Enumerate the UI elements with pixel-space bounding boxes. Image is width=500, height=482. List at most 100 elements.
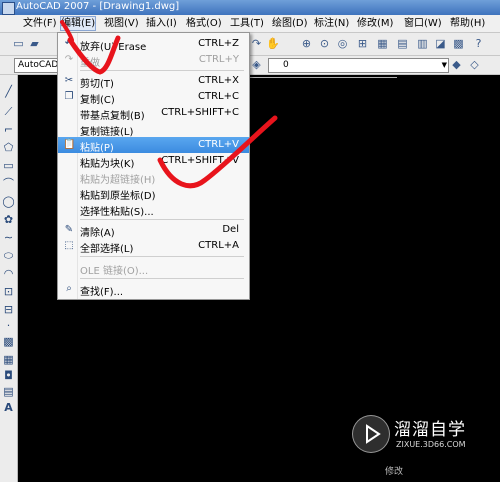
gradient-icon[interactable]: ▦ [2,353,15,366]
tool-palettes-icon[interactable]: ▤ [396,37,409,50]
watermark-title: 溜溜自学 [394,420,466,440]
menu-help[interactable]: 帮助(H) [450,17,485,30]
revision-cloud-icon[interactable]: ✿ [2,213,15,226]
menu-item-cut[interactable]: ✂ 剪切(T) CTRL+X [58,73,249,90]
menu-item-label: 重做 [80,58,100,69]
select-all-icon: ⬚ [64,240,74,251]
menu-item-shortcut: CTRL+SHIFT+V [161,155,239,166]
menu-item-label: 复制(C) [80,95,115,106]
menu-item-shortcut: CTRL+SHIFT+C [161,107,239,118]
watermark-subtitle: ZIXUE.3D66.COM [396,440,466,449]
menu-item-label: 带基点复制(B) [80,111,145,122]
menu-insert[interactable]: 插入(I) [146,17,177,30]
copy-icon: ❐ [64,91,74,102]
region-icon[interactable]: ◘ [2,369,15,382]
table-icon[interactable]: ▤ [2,385,15,398]
multiline-text-icon[interactable]: A [2,401,15,414]
menu-item-label: 粘贴为超链接(H) [80,175,156,186]
redo-icon[interactable]: ↷ [250,37,263,50]
menu-item-label: 清除(A) [80,228,115,239]
design-center-icon[interactable]: ▦ [376,37,389,50]
redo-icon: ↷ [64,54,74,65]
menu-item-copy-with-base[interactable]: 带基点复制(B) CTRL+SHIFT+C [58,105,249,122]
point-icon[interactable]: · [2,319,15,332]
menu-item-copy[interactable]: ❐ 复制(C) CTRL+C [58,89,249,106]
menu-separator [80,219,244,220]
menu-modify[interactable]: 修改(M) [357,17,393,30]
eraser-icon: ✎ [64,224,74,235]
menu-view[interactable]: 视图(V) [104,17,139,30]
chevron-down-icon: ▼ [441,61,447,69]
markup-icon[interactable]: ◪ [434,37,447,50]
bottom-text: 修改 [385,467,404,477]
zoom-previous-icon[interactable]: ◎ [336,37,349,50]
ellipse-icon[interactable]: ⬭ [2,249,15,262]
menu-edit[interactable]: 编辑(E) [60,16,97,31]
menu-item-shortcut: CTRL+X [198,75,239,86]
hatch-icon[interactable]: ▩ [2,335,15,348]
ellipse-arc-icon[interactable]: ◠ [2,267,15,280]
menu-draw[interactable]: 绘图(D) [272,17,308,30]
zoom-realtime-icon[interactable]: ⊕ [300,37,313,50]
properties-icon[interactable]: ⊞ [356,37,369,50]
layer-state-icon[interactable]: ◈ [250,58,263,71]
title-bar: AutoCAD 2007 - [Drawing1.dwg] [0,0,500,15]
menu-item-label: 粘贴(P) [80,143,114,154]
menu-item-clear[interactable]: ✎ 清除(A) Del [58,222,249,239]
menu-window[interactable]: 窗口(W) [404,17,442,30]
menu-item-redo[interactable]: ↷ 重做 CTRL+Y [58,52,249,69]
layer-match-icon[interactable]: ◇ [468,58,481,71]
edit-menu-dropdown: ↶ 放弃(U) Erase CTRL+Z ↷ 重做 CTRL+Y ✂ 剪切(T)… [57,32,250,300]
menu-bar: 文件(F) 编辑(E) 视图(V) 插入(I) 格式(O) 工具(T) 绘图(D… [0,15,500,33]
layer-combo[interactable]: 0 ▼ [268,58,449,73]
line-icon[interactable]: ╱ [2,85,15,98]
arc-icon[interactable]: ⌒ [2,177,15,190]
open-file-icon[interactable]: ▰ [28,37,41,50]
menu-item-shortcut: CTRL+Y [198,54,239,65]
menu-item-label: 剪切(T) [80,79,114,90]
construction-line-icon[interactable]: ⟋ [2,105,15,118]
menu-item-select-all[interactable]: ⬚ 全部选择(L) CTRL+A [58,238,249,255]
draw-toolbar: ╱ ⟋ ⌐ ⬠ ▭ ⌒ ◯ ✿ ∼ ⬭ ◠ ⊡ ⊟ · ▩ ▦ ◘ ▤ A [0,75,18,482]
help-icon[interactable]: ? [472,37,485,50]
sheet-set-icon[interactable]: ▥ [416,37,429,50]
menu-item-paste[interactable]: 📋 粘贴(P) CTRL+V [58,137,249,154]
menu-format[interactable]: 格式(O) [186,17,222,30]
autocad-app-icon[interactable] [2,2,15,15]
pan-icon[interactable]: ✋ [266,37,280,50]
menu-item-find[interactable]: ⌕ 查找(F)... [58,281,249,298]
menu-item-paste-as-hyperlink[interactable]: 粘贴为超链接(H) [58,169,249,186]
workspace-combo[interactable]: AutoCAD 经 [14,58,59,73]
menu-item-paste-special[interactable]: 选择性粘贴(S)... [58,201,249,218]
menu-item-paste-to-original-coords[interactable]: 粘贴到原坐标(D) [58,185,249,202]
undo-icon: ↶ [64,38,74,49]
menu-item-label: 放弃(U) Erase [80,42,147,53]
window-title: AutoCAD 2007 - [Drawing1.dwg] [16,1,180,12]
calculator-icon[interactable]: ▩ [452,37,465,50]
rectangle-icon[interactable]: ▭ [2,159,15,172]
menu-item-label: 粘贴为块(K) [80,159,135,170]
zoom-window-icon[interactable]: ⊙ [318,37,331,50]
menu-item-copy-link[interactable]: 复制链接(L) [58,121,249,138]
spline-icon[interactable]: ∼ [2,231,15,244]
menu-item-shortcut: CTRL+C [198,91,239,102]
menu-item-label: 粘贴到原坐标(D) [80,191,156,202]
circle-icon[interactable]: ◯ [2,195,15,208]
menu-item-undo[interactable]: ↶ 放弃(U) Erase CTRL+Z [58,36,249,53]
menu-item-ole-links[interactable]: OLE 链接(O)... [58,260,249,277]
new-file-icon[interactable]: ▭ [12,37,25,50]
polygon-icon[interactable]: ⬠ [2,141,15,154]
make-block-icon[interactable]: ⊟ [2,303,15,316]
menu-tools[interactable]: 工具(T) [230,17,264,30]
menu-item-paste-as-block[interactable]: 粘贴为块(K) CTRL+SHIFT+V [58,153,249,170]
watermark-logo: 溜溜自学 ZIXUE.3D66.COM [352,411,472,457]
layer-previous-icon[interactable]: ◆ [450,58,463,71]
menu-file[interactable]: 文件(F) [23,17,57,30]
insert-block-icon[interactable]: ⊡ [2,285,15,298]
find-icon: ⌕ [66,283,72,294]
menu-dimension[interactable]: 标注(N) [314,17,349,30]
menu-item-shortcut: CTRL+V [198,139,239,150]
scissors-icon: ✂ [64,75,74,86]
polyline-icon[interactable]: ⌐ [2,123,15,136]
menu-separator [80,278,244,279]
